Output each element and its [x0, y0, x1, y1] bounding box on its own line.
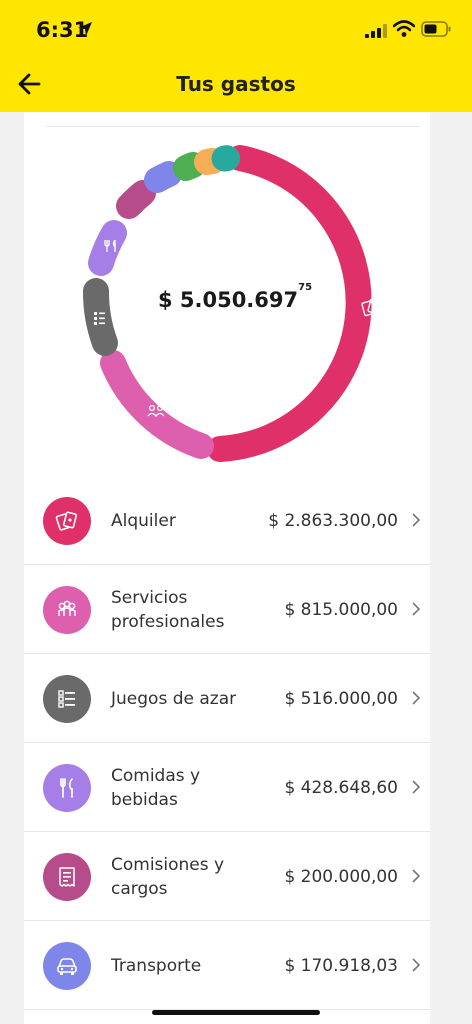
chevron-right-icon	[412, 602, 421, 616]
donut-segment-transporte[interactable]	[144, 161, 182, 193]
category-name: Comidas y bebidas	[111, 765, 201, 810]
category-row-alquiler[interactable]: Alquiler $ 2.863.300,00	[24, 476, 430, 565]
category-icon-circle	[43, 497, 91, 545]
category-row-transporte[interactable]: Transporte $ 170.918,03	[24, 921, 430, 1010]
battery-icon	[421, 21, 451, 37]
chevron-right-icon	[412, 780, 421, 794]
rent-cards-icon	[55, 511, 78, 531]
category-amount: $ 516.000,00	[284, 688, 398, 709]
total-amount-cents: 75	[298, 282, 313, 293]
location-arrow-icon	[78, 22, 92, 36]
total-amount-main: $ 5.050.697	[157, 288, 299, 312]
page-title: Tus gastos	[176, 72, 296, 96]
donut-segment-comisiones[interactable]	[116, 180, 156, 219]
category-icon-circle	[43, 675, 91, 723]
donut-segment-juegos[interactable]	[83, 278, 118, 356]
category-amount: $ 200.000,00	[284, 866, 398, 887]
total-amount: $ 5.050.69775	[140, 282, 330, 312]
home-indicator[interactable]	[152, 1010, 320, 1015]
category-amount: $ 815.000,00	[284, 599, 398, 620]
category-row-juegos[interactable]: Juegos de azar $ 516.000,00	[24, 654, 430, 743]
professionals-icon	[58, 600, 76, 616]
wifi-icon	[393, 20, 415, 37]
app-header: 6:31 Tus gastos	[0, 0, 472, 112]
chevron-right-icon	[412, 691, 421, 705]
category-name: Servicios profesionales	[111, 587, 225, 632]
category-icon-circle	[43, 586, 91, 634]
category-row-comisiones[interactable]: Comisiones y cargos $ 200.000,00	[24, 832, 430, 921]
category-amount: $ 428.648,60	[284, 777, 398, 798]
category-row-comidas[interactable]: Comidas y bebidas $ 428.648,60	[24, 743, 430, 832]
checklist-icon	[58, 690, 75, 708]
category-amount: $ 2.863.300,00	[268, 510, 398, 531]
status-bar: 6:31	[0, 0, 472, 60]
donut-segment-green[interactable]	[173, 152, 206, 181]
category-list: Alquiler $ 2.863.300,00 Servicios profes…	[24, 476, 430, 1010]
category-icon-circle	[43, 764, 91, 812]
receipt-icon	[59, 867, 75, 887]
category-icon-circle	[43, 942, 91, 990]
chevron-right-icon	[412, 958, 421, 972]
chevron-right-icon	[412, 513, 421, 527]
checklist-icon	[94, 312, 105, 325]
donut-segment-servicios[interactable]	[100, 350, 214, 459]
category-name: Juegos de azar	[111, 688, 237, 709]
category-amount: $ 170.918,03	[284, 955, 398, 976]
category-name: Transporte	[111, 955, 202, 976]
cellular-signal-icon	[365, 24, 387, 38]
category-icon-circle	[43, 853, 91, 901]
fork-knife-icon	[60, 778, 73, 798]
chevron-right-icon	[412, 869, 421, 883]
category-name: Comisiones y cargos	[111, 854, 225, 899]
category-name: Alquiler	[111, 510, 176, 531]
car-icon	[57, 958, 77, 975]
category-row-servicios[interactable]: Servicios profesionales $ 815.000,00	[24, 565, 430, 654]
divider	[46, 126, 420, 127]
